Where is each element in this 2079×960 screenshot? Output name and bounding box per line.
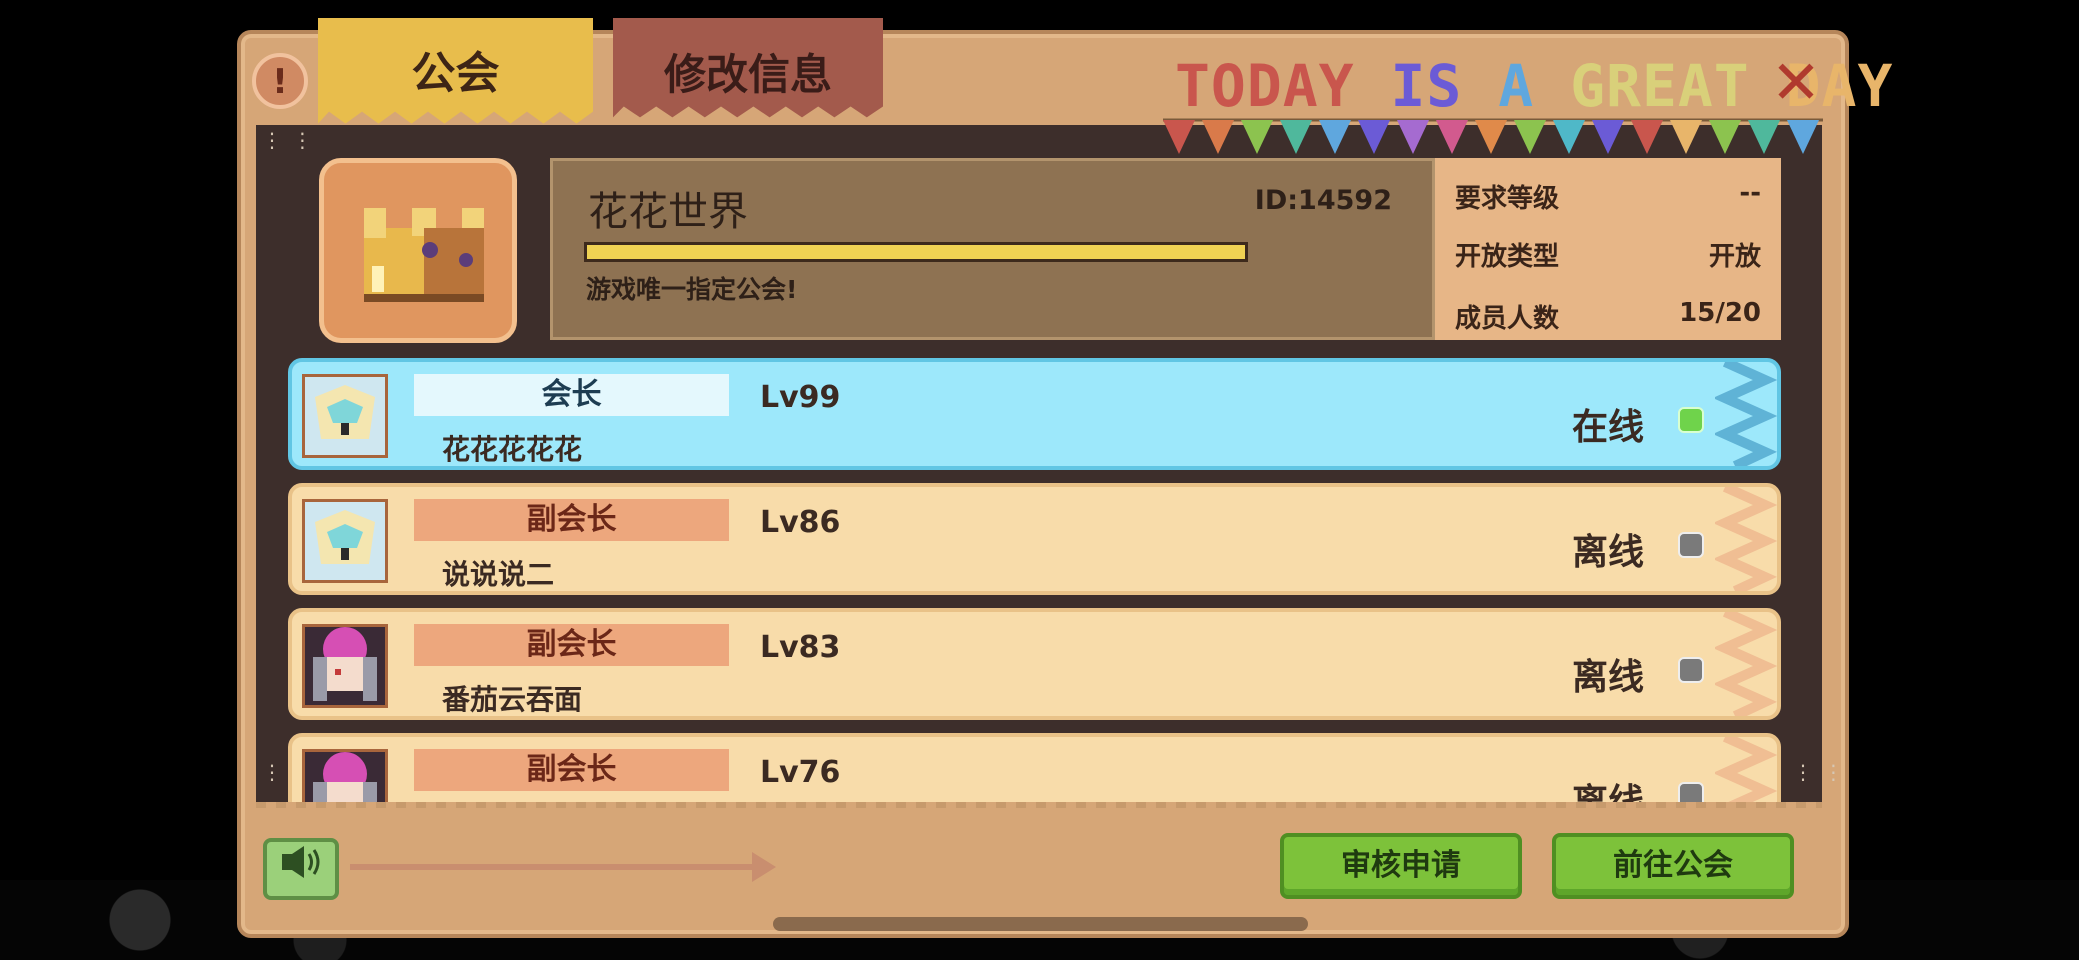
bunting-flag: [1709, 120, 1741, 154]
stat-open-type: 开放类型 开放: [1455, 236, 1761, 273]
member-role: 会长: [414, 374, 729, 416]
member-level: Lv83: [760, 630, 841, 665]
member-status: 在线: [1572, 407, 1645, 448]
status-dot: [1678, 407, 1704, 433]
close-icon[interactable]: ✕: [1770, 53, 1822, 113]
guild-id: ID:14592: [1254, 185, 1392, 216]
member-name: 说说说二: [442, 558, 555, 591]
bunting-flag: [1475, 120, 1507, 154]
banner-word: GREAT: [1570, 52, 1786, 120]
member-role: 副会长: [414, 624, 729, 666]
bunting-flag: [1787, 120, 1819, 154]
bunting-flag: [1280, 120, 1312, 154]
banner-word: IS: [1390, 52, 1499, 120]
member-row[interactable]: 副会长 说说说二 Lv86 离线: [288, 483, 1781, 595]
member-status: 离线: [1572, 657, 1645, 698]
guild-exp-bar: [584, 242, 1248, 262]
bunting-flag: [1631, 120, 1663, 154]
guild-exp-fill: [587, 245, 1245, 259]
stat-required-level: 要求等级 --: [1455, 178, 1761, 215]
status-dot: [1678, 657, 1704, 683]
divider: [256, 802, 1822, 808]
member-role: 副会长: [414, 749, 729, 791]
arrow-head: [752, 852, 776, 882]
pink-hair-girl-avatar: [302, 749, 388, 802]
member-list[interactable]: 会长 花花花花花 Lv99 在线 副会长 说说说二 Lv86 离线 副会长 番茄…: [256, 350, 1822, 802]
knight-helmet-avatar: [302, 374, 388, 458]
crown-icon: [364, 208, 484, 302]
member-level: Lv86: [760, 505, 841, 540]
guild-description: 游戏唯一指定公会!: [586, 275, 798, 304]
stat-label: 开放类型: [1455, 242, 1560, 272]
stat-label: 成员人数: [1455, 304, 1560, 334]
bunting-flag: [1748, 120, 1780, 154]
member-level: Lv99: [760, 380, 841, 415]
member-row[interactable]: 副会长 番茄云吞面 Lv83 离线: [288, 608, 1781, 720]
decor-dots: ⋮ ⋮: [262, 128, 315, 152]
member-status: 离线: [1572, 773, 1644, 802]
bunting-flag: [1397, 120, 1429, 154]
member-name: 番茄云吞面: [442, 683, 583, 716]
guild-info-card: 花花世界 ID:14592 游戏唯一指定公会!: [550, 158, 1435, 340]
pink-hair-girl-avatar: [302, 624, 388, 708]
knight-helmet-avatar: [302, 499, 388, 583]
review-applications-button[interactable]: 审核申请: [1280, 833, 1522, 899]
bunting-flag: [1202, 120, 1234, 154]
bunting-flag: [1241, 120, 1273, 154]
guild-name: 花花世界: [588, 189, 748, 235]
bunting-flag: [1514, 120, 1546, 154]
stat-label: 要求等级: [1455, 184, 1560, 214]
zigzag-decor: [1715, 737, 1777, 802]
guild-emblem: [319, 158, 517, 343]
speaker-icon[interactable]: [263, 838, 339, 900]
bunting-flag: [1670, 120, 1702, 154]
bunting-flag: [1358, 120, 1390, 154]
zigzag-decor: [1715, 612, 1777, 716]
arrow-line: [350, 864, 760, 870]
member-row[interactable]: 副会长 Lv76 离线: [288, 733, 1781, 802]
member-role: 副会长: [414, 499, 729, 541]
status-dot: [1678, 782, 1704, 802]
stat-value: 开放: [1708, 242, 1761, 272]
bunting-flag: [1592, 120, 1624, 154]
member-status: 离线: [1572, 532, 1645, 573]
banner-word: A: [1498, 52, 1571, 120]
stat-value: --: [1739, 178, 1761, 208]
bunting-flag: [1163, 120, 1195, 154]
home-indicator[interactable]: [773, 917, 1308, 931]
bunting-flag: [1553, 120, 1585, 154]
member-row[interactable]: 会长 花花花花花 Lv99 在线: [288, 358, 1781, 470]
zigzag-decor: [1715, 362, 1777, 466]
bunting-flags: [1163, 118, 1823, 154]
guild-stats: 要求等级 -- 开放类型 开放 成员人数 15/20: [1435, 158, 1781, 340]
stat-value: 15/20: [1679, 298, 1761, 328]
status-dot: [1678, 532, 1704, 558]
member-level: Lv76: [760, 755, 841, 790]
bunting-flag: [1319, 120, 1351, 154]
member-name: 花花花花花: [442, 433, 583, 466]
zigzag-decor: [1715, 487, 1777, 591]
info-icon[interactable]: !: [252, 53, 308, 109]
bunting-flag: [1436, 120, 1468, 154]
banner-word: TODAY: [1175, 52, 1391, 120]
go-to-guild-button[interactable]: 前往公会: [1552, 833, 1794, 899]
stat-member-count: 成员人数 15/20: [1455, 298, 1761, 335]
